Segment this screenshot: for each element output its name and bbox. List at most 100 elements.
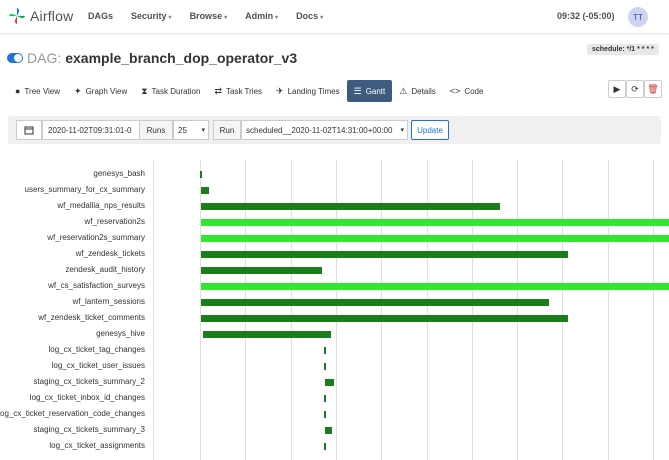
- tab-label: Tree View: [24, 86, 61, 96]
- gantt-icon: ☰: [353, 85, 362, 96]
- nav-item-docs[interactable]: Docs ▾: [296, 11, 323, 21]
- tab-landing-times[interactable]: ✈ Landing Times: [269, 80, 347, 102]
- task-bar-success[interactable]: [201, 299, 550, 306]
- dag-pause-toggle[interactable]: [7, 53, 23, 63]
- task-bar-success[interactable]: [324, 427, 333, 434]
- task-bar-success[interactable]: [323, 443, 327, 450]
- task-bar-running[interactable]: [201, 235, 669, 242]
- num-runs-select[interactable]: 25 ▾: [173, 120, 209, 140]
- tab-label: Code: [464, 86, 484, 96]
- refresh-button[interactable]: ⟳: [626, 80, 644, 98]
- tab-label: Task Tries: [226, 86, 263, 96]
- code-icon: <>: [449, 86, 461, 96]
- task-bar-running[interactable]: [201, 219, 669, 226]
- task-label: log_cx_ticket_tag_changes: [48, 345, 145, 354]
- task-bar-success[interactable]: [201, 203, 501, 210]
- dag-action-buttons: ▶ ⟳ 🗑: [608, 80, 662, 98]
- task-label: users_summary_for_cx_summary: [24, 185, 145, 194]
- calendar-button[interactable]: [16, 120, 42, 140]
- nav-item-dags[interactable]: DAGs: [88, 11, 113, 21]
- task-bar-success[interactable]: [324, 379, 335, 386]
- task-bar-success[interactable]: [201, 251, 569, 258]
- nav-item-label: Admin: [245, 11, 274, 21]
- task-label: genesys_hive: [96, 329, 145, 338]
- chevron-down-icon: ▾: [400, 127, 404, 134]
- task-label: wf_lantern_sessions: [72, 297, 145, 306]
- refresh-icon: ⟳: [631, 83, 639, 94]
- nav-menu: DAGs Security ▾ Browse ▾ Admin ▾ Docs ▾: [88, 11, 341, 21]
- update-button[interactable]: Update: [411, 120, 449, 140]
- runs-label: Runs: [139, 120, 173, 140]
- nav-item-browse[interactable]: Browse ▾: [190, 11, 228, 21]
- task-label: staging_cx_tickets_summary_3: [33, 425, 145, 434]
- nav-item-label: Browse: [189, 11, 223, 21]
- tab-task-duration[interactable]: ⧗ Task Duration: [134, 80, 207, 102]
- chevron-down-icon: ▾: [275, 15, 279, 21]
- delete-dag-button[interactable]: 🗑: [644, 80, 662, 98]
- task-bar-success[interactable]: [323, 347, 327, 354]
- tab-details[interactable]: ⚠ Details: [392, 80, 443, 102]
- tab-tree-view[interactable]: ● Tree View: [8, 80, 67, 102]
- run-select[interactable]: scheduled__2020-11-02T14:31:00+00:00 ▾: [241, 120, 408, 140]
- top-navbar: Airflow DAGs Security ▾ Browse ▾ Admin ▾ Docs ▾ …: [0, 0, 669, 34]
- task-bar-success[interactable]: [201, 267, 322, 274]
- nav-item-security[interactable]: Security ▾: [131, 11, 172, 21]
- task-label: genesys_bash: [93, 169, 145, 178]
- tab-label: Task Duration: [151, 86, 201, 96]
- dag-label: DAG:: [27, 50, 62, 66]
- task-label: log_cx_ticket_inbox_id_changes: [29, 393, 145, 402]
- dag-name: example_branch_dop_operator_v3: [65, 50, 298, 66]
- gantt-grid-line: [562, 160, 564, 460]
- schedule-badge: schedule: */1 * * * *: [587, 44, 659, 55]
- task-label: log_cx_ticket_assignments: [49, 441, 145, 450]
- logo-text: Airflow: [30, 8, 74, 24]
- chevron-down-icon: ▾: [201, 127, 205, 134]
- graph-icon: ✦: [74, 85, 82, 96]
- task-bar-success[interactable]: [323, 363, 327, 370]
- tree-icon: ●: [15, 86, 21, 96]
- tab-label: Gantt: [365, 86, 386, 96]
- task-bar-success[interactable]: [201, 315, 569, 322]
- runs-value: 25: [178, 126, 187, 135]
- task-label: wf_reservation2s_summary: [47, 233, 145, 242]
- task-bar-success[interactable]: [200, 171, 202, 178]
- nav-item-label: DAGs: [88, 11, 114, 21]
- tab-label: Details: [411, 86, 436, 96]
- base-date-input[interactable]: 2020-11-02T09:31:01-0: [42, 120, 140, 140]
- calendar-icon: [24, 126, 34, 135]
- hourglass-icon: ⧗: [141, 85, 148, 96]
- clock[interactable]: 09:32 (-05:00): [557, 11, 615, 21]
- pinwheel-icon: [9, 8, 25, 24]
- task-label: zendesk_audit_history: [65, 265, 145, 274]
- task-bar-running[interactable]: [201, 283, 669, 290]
- tab-code[interactable]: <> Code: [443, 80, 491, 102]
- avatar[interactable]: TT: [628, 7, 648, 27]
- task-bar-success[interactable]: [323, 411, 327, 418]
- airflow-logo[interactable]: Airflow: [8, 7, 73, 25]
- run-label: Run: [213, 120, 241, 140]
- retry-icon: ⇄: [214, 85, 223, 96]
- gantt-grid-line: [607, 160, 609, 460]
- chevron-down-icon: ▾: [224, 15, 228, 21]
- task-bar-success[interactable]: [323, 395, 327, 402]
- tab-task-tries[interactable]: ⇄ Task Tries: [207, 80, 269, 102]
- task-label: wf_medallia_nps_results: [57, 201, 145, 210]
- filter-bar: 2020-11-02T09:31:01-0 Runs 25 ▾ Run sched…: [8, 116, 661, 144]
- warning-icon: ⚠: [399, 85, 408, 96]
- nav-item-label: Docs: [296, 11, 319, 21]
- task-label: staging_cx_tickets_summary_2: [33, 377, 145, 386]
- task-label: log_cx_ticket_reservation_code_changes: [0, 409, 145, 418]
- nav-item-admin[interactable]: Admin ▾: [245, 11, 278, 21]
- gantt-grid-line: [653, 160, 654, 460]
- task-bar-success[interactable]: [202, 331, 332, 338]
- tab-graph-view[interactable]: ✦ Graph View: [67, 80, 134, 102]
- trash-icon: 🗑: [647, 83, 659, 94]
- gantt-axis: [153, 160, 154, 460]
- task-label: wf_zendesk_ticket_comments: [38, 313, 145, 322]
- task-bar-success[interactable]: [201, 187, 210, 194]
- dag-header: DAG: example_branch_dop_operator_v3: [7, 50, 297, 66]
- trigger-dag-button[interactable]: ▶: [608, 80, 626, 98]
- gantt-grid-line: [517, 160, 519, 460]
- task-label: wf_zendesk_tickets: [75, 249, 145, 258]
- tab-gantt[interactable]: ☰ Gantt: [346, 80, 393, 102]
